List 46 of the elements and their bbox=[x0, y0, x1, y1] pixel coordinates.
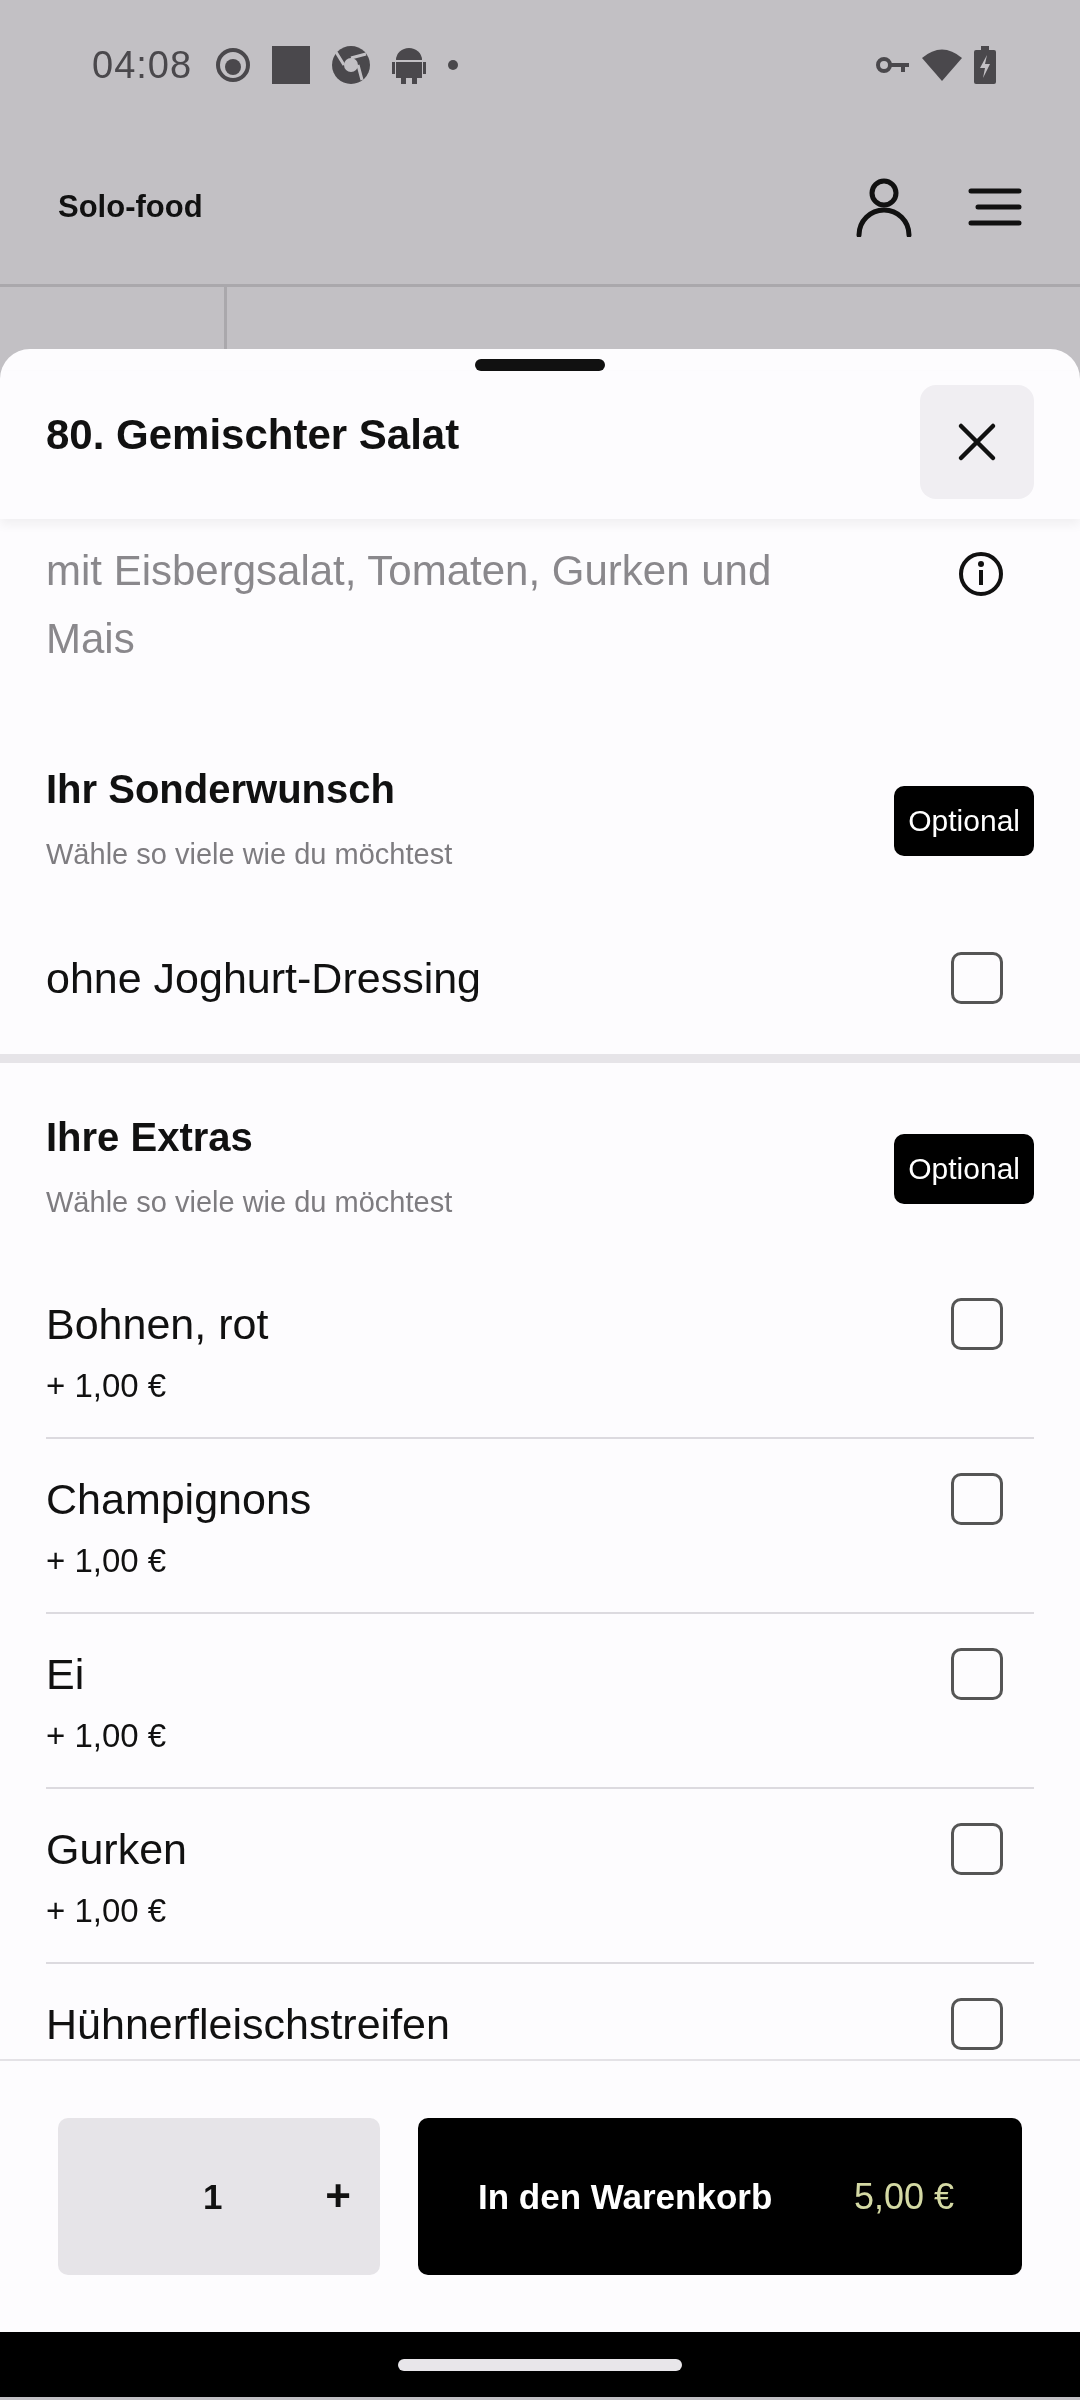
key-icon bbox=[876, 54, 910, 76]
option-price: + 1,00 € bbox=[46, 1541, 168, 1581]
checkbox[interactable] bbox=[951, 1298, 1003, 1350]
optional-badge: Optional bbox=[894, 786, 1034, 856]
checkbox[interactable] bbox=[951, 1998, 1003, 2050]
option-price: + 1,00 € bbox=[46, 1891, 168, 1931]
increment-button[interactable]: + bbox=[298, 2156, 378, 2236]
option-label: ohne Joghurt-Dressing bbox=[46, 953, 483, 1004]
wifi-icon bbox=[922, 49, 962, 81]
option-price: + 1,00 € bbox=[46, 1366, 168, 1406]
cart-label: In den Warenkorb bbox=[478, 2176, 773, 2217]
profile-icon[interactable] bbox=[856, 177, 912, 237]
option-label: Bohnen, rot bbox=[46, 1299, 270, 1350]
quantity-value: 1 bbox=[203, 2176, 223, 2217]
robot-icon bbox=[392, 46, 427, 84]
section-title: Ihre Extras bbox=[46, 1114, 254, 1161]
section-hint: Wähle so viele wie du möchtest bbox=[46, 1185, 454, 1220]
option-label: Gurken bbox=[46, 1824, 188, 1875]
drag-handle[interactable] bbox=[475, 359, 605, 371]
round-emblem-icon bbox=[216, 48, 251, 82]
square-icon bbox=[272, 46, 311, 84]
close-icon bbox=[957, 422, 997, 462]
battery-icon bbox=[974, 46, 996, 84]
menu-icon[interactable] bbox=[968, 188, 1022, 226]
dish-description: mit Eisbergsalat, Tomaten, Gurken und Mais bbox=[46, 546, 773, 664]
home-indicator[interactable] bbox=[398, 2358, 682, 2371]
checkbox[interactable] bbox=[951, 952, 1003, 1004]
option-label: Ei bbox=[46, 1649, 86, 1700]
option-price: + 1,00 € bbox=[46, 1716, 168, 1756]
dot-icon bbox=[448, 60, 459, 70]
aperture-icon bbox=[332, 46, 371, 84]
section-hint: Wähle so viele wie du möchtest bbox=[46, 837, 454, 872]
section-title: Ihr Sonderwunsch bbox=[46, 766, 396, 813]
total-price: 5,00 € bbox=[853, 2175, 954, 2218]
close-button[interactable] bbox=[920, 385, 1034, 499]
app-title: Solo-food bbox=[58, 189, 203, 225]
option-label: Hühnerfleischstreifen bbox=[46, 1999, 451, 2050]
sheet-title: 80. Gemischter Salat bbox=[46, 411, 460, 459]
status-time: 04:08 bbox=[92, 43, 193, 87]
checkbox[interactable] bbox=[951, 1473, 1003, 1525]
option-label: Champignons bbox=[46, 1474, 313, 1525]
info-icon[interactable] bbox=[958, 551, 1004, 597]
checkbox[interactable] bbox=[951, 1648, 1003, 1700]
add-to-cart-button[interactable]: In den Warenkorb 5,00 € bbox=[418, 2118, 1022, 2275]
optional-badge: Optional bbox=[894, 1134, 1034, 1204]
checkbox[interactable] bbox=[951, 1823, 1003, 1875]
